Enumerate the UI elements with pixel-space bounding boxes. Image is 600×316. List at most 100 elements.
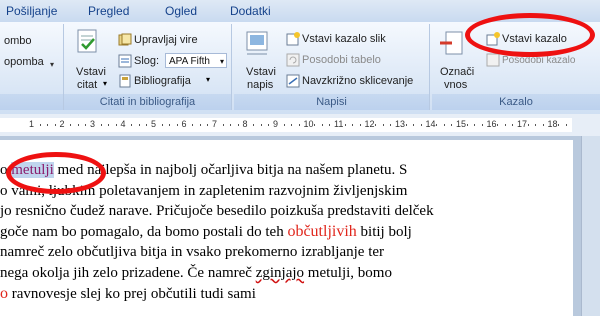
bibliography-icon [119, 74, 131, 88]
mark-entry-label-2[interactable]: vnos [444, 79, 467, 92]
ruler-tick [161, 124, 163, 126]
annotation-ellipse-insert-index [465, 13, 595, 57]
tab-add-ins[interactable]: Dodatki [230, 4, 271, 18]
ruler-tick [192, 124, 194, 126]
ruler-tick [314, 124, 316, 126]
ruler-tick [39, 124, 41, 126]
dropdown-arrow-icon[interactable]: ▾ [50, 60, 54, 69]
chevron-down-icon[interactable]: ▾ [220, 54, 224, 69]
tab-mailings[interactable]: Pošiljanje [6, 4, 57, 18]
ruler-tick [70, 124, 72, 126]
ruler-tick [321, 124, 323, 126]
dropdown-arrow-icon[interactable]: ▾ [206, 75, 210, 84]
ruler-number: 10 [303, 119, 314, 129]
mark-entry-label-1[interactable]: Označi [440, 66, 474, 79]
manage-sources-icon [118, 33, 132, 46]
ruler-tick [504, 124, 506, 126]
ruler-number: 14 [425, 119, 436, 129]
misspelled-word[interactable]: zginjajo [256, 265, 304, 281]
insert-caption-label-1[interactable]: Vstavi [246, 66, 276, 79]
ruler-tick [291, 124, 293, 126]
ruler-tick [466, 124, 468, 126]
group-captions: Vstavi napis Vstavi kazalo slik Posodobi… [234, 24, 430, 110]
text-fragment: metulji, bomo [304, 265, 392, 281]
ruler-tick [268, 124, 270, 126]
ruler-tick [344, 124, 346, 126]
text-fragment: bitij bolj [356, 224, 412, 240]
ruler-tick [451, 124, 453, 126]
ruler-tick [413, 124, 415, 126]
ruler-tick [352, 124, 354, 126]
ruler-tick [47, 124, 49, 126]
group-label-citations: Citati in bibliografija [64, 94, 231, 110]
ruler-tick [329, 124, 331, 126]
citation-style-value: APA Fifth [169, 56, 210, 67]
mark-entry-icon[interactable] [438, 30, 468, 58]
insert-citation-icon[interactable] [72, 28, 102, 56]
dropdown-arrow-icon[interactable]: ▾ [103, 79, 107, 88]
ruler-number: 11 [334, 119, 344, 129]
endnote-partial-label[interactable]: opomba [4, 56, 44, 69]
ruler-tick [54, 124, 56, 126]
ruler-number: 12 [364, 119, 375, 129]
ruler-tick [512, 124, 514, 126]
cross-reference-button[interactable]: Navzkrižno sklicevanje [302, 75, 413, 88]
ruler-tick [169, 124, 171, 126]
update-table-button[interactable]: Posodobi tabelo [302, 54, 381, 67]
insert-caption-label-2[interactable]: napis [247, 79, 273, 92]
ruler-number: 13 [395, 119, 406, 129]
ruler-tick [420, 124, 422, 126]
ruler-tick [230, 124, 232, 126]
insert-caption-icon[interactable] [242, 30, 272, 58]
text-fragment: ravnovesje slej ko prej občutili tudi sa… [8, 286, 256, 302]
ruler-tick [199, 124, 201, 126]
ruler-tick [207, 124, 209, 126]
ruler-number: 17 [517, 119, 528, 129]
ruler-number: 8 [242, 119, 248, 129]
ruler-tick [176, 124, 178, 126]
ruler-number: 9 [273, 119, 279, 129]
ruler-tick [237, 124, 239, 126]
tab-review[interactable]: Pregled [88, 4, 129, 18]
update-index-icon [486, 53, 500, 67]
ruler-tick [115, 124, 117, 126]
ruler-tick [527, 124, 529, 126]
table-of-figures-icon [286, 32, 300, 46]
ruler-tick [375, 124, 377, 126]
footnote-partial-label[interactable]: ombo [4, 35, 32, 48]
manage-sources-button[interactable]: Upravljaj vire [134, 34, 198, 47]
ruler-number: 3 [90, 119, 96, 129]
insert-citation-label-1[interactable]: Vstavi [76, 66, 106, 79]
group-label-captions: Napisi [234, 94, 429, 110]
text-fragment: nega okolja jih zelo prizadene. Če namre… [0, 265, 256, 281]
tab-view[interactable]: Ogled [165, 4, 197, 18]
ruler-tick [298, 124, 300, 126]
vertical-scrollbar[interactable] [581, 136, 600, 316]
style-label: Slog: [134, 55, 160, 67]
ruler-tick [390, 124, 392, 126]
ruler-number: 2 [59, 119, 65, 129]
citation-style-select[interactable]: APA Fifth ▾ [165, 53, 227, 68]
text-fragment: med najlepša in najbolj očarljiva bitja … [53, 162, 408, 178]
ruler-tick [222, 124, 224, 126]
insert-table-of-figures-button[interactable]: Vstavi kazalo slik [302, 33, 386, 46]
ruler-tick [100, 124, 102, 126]
ruler-tick [405, 124, 407, 126]
cross-reference-icon [286, 74, 300, 88]
ruler-tick [146, 124, 148, 126]
ruler-tick [77, 124, 79, 126]
red-letter: o [0, 285, 8, 302]
text-line-5: namreč zelo občutljiva bitja in vsako pr… [0, 244, 385, 260]
ruler-tick [443, 124, 445, 126]
ruler-tick [382, 124, 384, 126]
insert-citation-label-2[interactable]: citat [77, 79, 97, 92]
text-fragment: goče nam bo pomagalo, da bomo postali do… [0, 224, 288, 240]
group-label-index: Kazalo [432, 94, 600, 110]
ruler-tick [565, 124, 567, 126]
ruler-number: 6 [181, 119, 187, 129]
ruler-number: 16 [486, 119, 497, 129]
ruler-tick [436, 124, 438, 126]
ruler-tick [85, 124, 87, 126]
ruler-number: 4 [120, 119, 126, 129]
bibliography-button[interactable]: Bibliografija [134, 75, 191, 88]
